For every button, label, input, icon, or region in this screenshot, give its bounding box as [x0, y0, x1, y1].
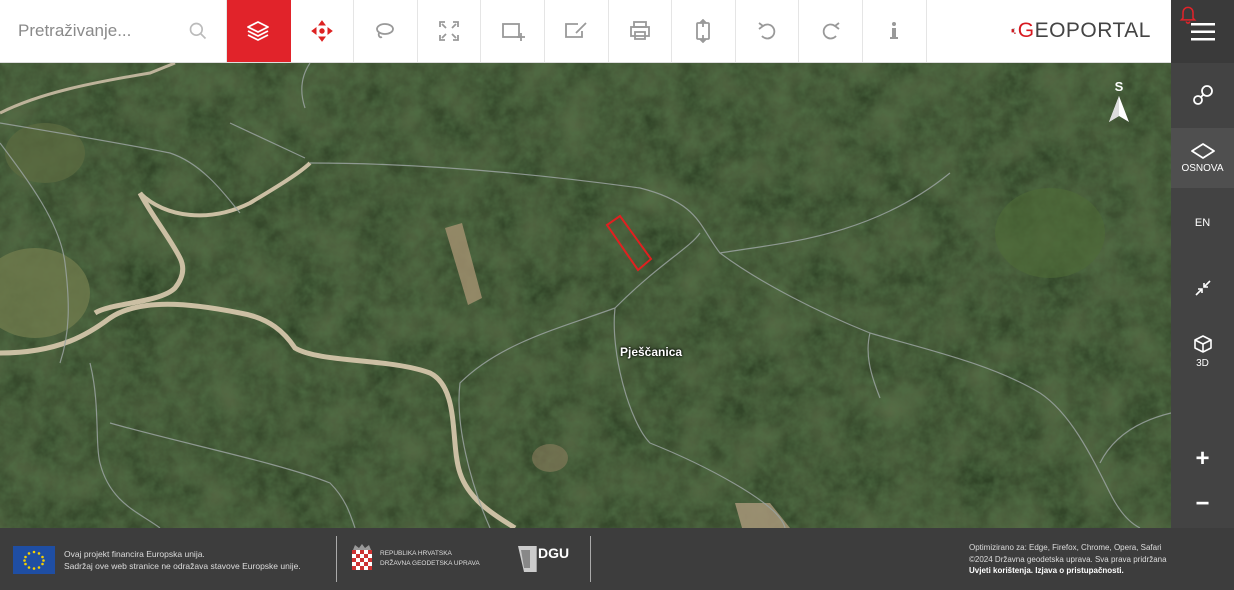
eu-notice-line1: Ovaj projekt financira Europska unija.: [64, 549, 205, 559]
print-button[interactable]: [609, 0, 673, 62]
layers-icon: [247, 21, 270, 41]
lasso-icon: [376, 23, 395, 39]
view-3d-label: 3D: [1196, 357, 1209, 369]
layers-button[interactable]: [227, 0, 291, 62]
zoom-in-icon: +: [1195, 445, 1210, 472]
terms-link[interactable]: Uvjeti korištenja.: [969, 566, 1033, 575]
add-area-icon: [501, 23, 525, 41]
collapse-button[interactable]: [1171, 268, 1234, 308]
eu-notice: Ovaj projekt financira Europska unija. S…: [64, 548, 301, 572]
eu-notice-line2: Sadržaj ove web stranice ne odražava sta…: [64, 561, 301, 571]
satellite-imagery[interactable]: [0, 63, 1171, 528]
compass-label: S: [1114, 79, 1124, 94]
add-area-button[interactable]: [481, 0, 545, 62]
divider: [336, 536, 337, 582]
compass-arrow-icon: [1109, 96, 1129, 122]
opt-line2: ©2024 Državna geodetska uprava. Sva prav…: [969, 554, 1167, 564]
language-button[interactable]: EN: [1171, 205, 1234, 241]
base-layer-icon: [1190, 142, 1215, 159]
move-button[interactable]: [291, 0, 355, 62]
hamburger-icon: [1190, 22, 1215, 40]
croatia-coat-of-arms-icon: [352, 544, 372, 570]
fullscreen-button[interactable]: [418, 0, 482, 62]
measure-button[interactable]: [672, 0, 736, 62]
footer-links: Uvjeti korištenja. Izjava o pristupačnos…: [969, 565, 1199, 577]
geoportal-app: Pješčanica Pretraživanje... GEOPORTAL OS…: [0, 0, 1234, 590]
move-arrows-icon: [311, 20, 333, 42]
geoportal-logo-icon: [1011, 28, 1016, 34]
measure-icon: [696, 19, 711, 43]
edit-area-icon: [565, 22, 587, 38]
cro-line1: REPUBLIKA HRVATSKA: [380, 550, 452, 557]
zoom-out-icon: −: [1195, 490, 1210, 517]
search-input[interactable]: [18, 21, 178, 41]
fullscreen-icon: [439, 21, 459, 41]
undo-icon: [758, 22, 776, 40]
zoom-out-button[interactable]: −: [1171, 485, 1234, 523]
print-icon: [629, 21, 650, 40]
cro-institution-text: REPUBLIKA HRVATSKA DRŽAVNA GEODETSKA UPR…: [380, 549, 480, 569]
edit-area-button[interactable]: [545, 0, 609, 62]
collapse-arrows-icon: [1194, 280, 1211, 296]
accessibility-link[interactable]: Izjava o pristupačnosti.: [1035, 566, 1123, 575]
map-view[interactable]: Pješčanica: [0, 63, 1171, 528]
top-toolbar: GEOPORTAL: [0, 0, 1171, 63]
search-icon[interactable]: [188, 21, 208, 41]
language-label: EN: [1194, 217, 1211, 229]
compass[interactable]: S: [1105, 80, 1133, 124]
redo-icon: [822, 22, 840, 40]
cro-line2: DRŽAVNA GEODETSKA UPRAVA: [380, 560, 480, 567]
dgu-label: DGU: [538, 545, 570, 561]
settings-button[interactable]: [1171, 70, 1234, 120]
optimization-notice: Optimizirano za: Edge, Firefox, Chrome, …: [969, 542, 1199, 577]
base-layer-button[interactable]: OSNOVA: [1171, 128, 1234, 188]
opt-line1: Optimizirano za: Edge, Firefox, Chrome, …: [969, 543, 1162, 552]
cube-icon: [1193, 334, 1212, 353]
undo-button[interactable]: [736, 0, 800, 62]
bell-icon[interactable]: [1178, 4, 1198, 24]
info-icon: [890, 22, 899, 39]
zoom-in-button[interactable]: +: [1171, 440, 1234, 478]
geoportal-logo[interactable]: GEOPORTAL: [1011, 0, 1171, 62]
lasso-button[interactable]: [354, 0, 418, 62]
divider: [590, 536, 591, 582]
footer: Ovaj projekt financira Europska unija. S…: [0, 528, 1234, 590]
redo-button[interactable]: [799, 0, 863, 62]
eu-flag-icon: [13, 546, 55, 574]
gears-icon: [1192, 85, 1213, 105]
right-panel: OSNOVA EN 3D + −: [1171, 0, 1234, 528]
view-3d-button[interactable]: 3D: [1171, 325, 1234, 377]
base-layer-label: OSNOVA: [1181, 162, 1224, 174]
info-button[interactable]: [863, 0, 927, 62]
place-label: Pješčanica: [620, 345, 683, 359]
search-box: [0, 0, 227, 62]
logo-text: GEOPORTAL: [1017, 19, 1151, 42]
